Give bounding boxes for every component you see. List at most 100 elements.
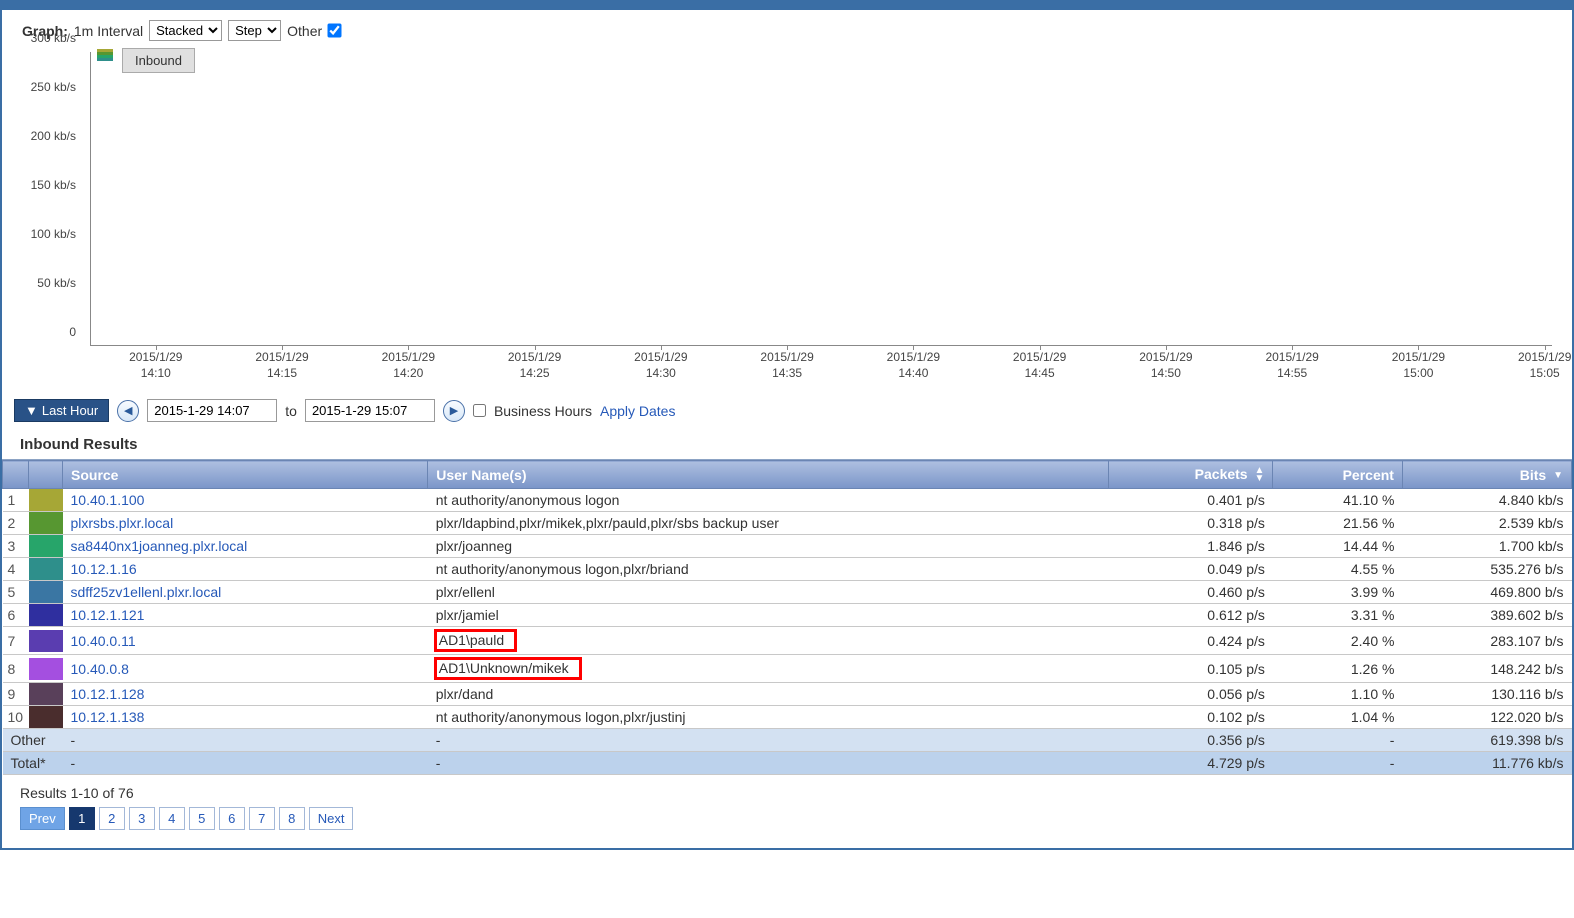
- pager-prev-button[interactable]: Prev: [20, 807, 65, 830]
- cell-user: -: [428, 752, 1109, 775]
- row-color: [29, 706, 63, 729]
- pager-page-button[interactable]: 7: [249, 807, 275, 830]
- cell-source: 10.40.1.100: [63, 489, 428, 512]
- pager-page-button[interactable]: 3: [129, 807, 155, 830]
- cell-packets: 1.846 p/s: [1109, 535, 1273, 558]
- cell-percent: 21.56 %: [1273, 512, 1403, 535]
- col-packets[interactable]: Packets ▲▼: [1109, 461, 1273, 489]
- cell-bits: 148.242 b/s: [1402, 655, 1571, 683]
- cell-percent: 41.10 %: [1273, 489, 1403, 512]
- sort-down-icon: ▼: [1553, 472, 1563, 480]
- x-tick-label: 2015/1/2914:25: [485, 350, 585, 381]
- last-hour-button[interactable]: ▼ Last Hour: [14, 399, 109, 422]
- col-source[interactable]: Source: [63, 461, 428, 489]
- other-label: Other: [287, 23, 322, 39]
- cell-percent: -: [1273, 729, 1403, 752]
- graph-interval: 1m Interval: [74, 23, 143, 39]
- table-row: 710.40.0.11AD1\pauld0.424 p/s2.40 %283.1…: [3, 627, 1572, 655]
- pager-info: Results 1-10 of 76: [20, 785, 1554, 801]
- table-row: 1010.12.1.138nt authority/anonymous logo…: [3, 706, 1572, 729]
- cell-percent: 4.55 %: [1273, 558, 1403, 581]
- table-row: 3sa8440nx1joanneg.plxr.localplxr/joanneg…: [3, 535, 1572, 558]
- pager-page-button[interactable]: 8: [279, 807, 305, 830]
- cell-bits: 469.800 b/s: [1402, 581, 1571, 604]
- prev-time-button[interactable]: ◀: [117, 400, 139, 422]
- source-link[interactable]: 10.12.1.138: [71, 709, 145, 725]
- col-user[interactable]: User Name(s): [428, 461, 1109, 489]
- source-link[interactable]: plxrsbs.plxr.local: [71, 515, 174, 531]
- source-link[interactable]: 10.40.0.11: [71, 633, 136, 649]
- pager-next-button[interactable]: Next: [309, 807, 354, 830]
- table-row: 110.40.1.100nt authority/anonymous logon…: [3, 489, 1572, 512]
- cell-percent: 1.04 %: [1273, 706, 1403, 729]
- sort-icon: ▲▼: [1254, 467, 1264, 483]
- cell-bits: 11.776 kb/s: [1402, 752, 1571, 775]
- x-tick-label: 2015/1/2915:00: [1368, 350, 1468, 381]
- cell-user: plxr/ellenl: [428, 581, 1109, 604]
- row-color: [29, 581, 63, 604]
- pager-page-button[interactable]: 5: [189, 807, 215, 830]
- cell-source: plxrsbs.plxr.local: [63, 512, 428, 535]
- row-color: [29, 604, 63, 627]
- step-select[interactable]: Step: [228, 20, 281, 41]
- pager-page-button[interactable]: 1: [69, 807, 95, 830]
- x-tick-label: 2015/1/2914:40: [863, 350, 963, 381]
- cell-bits: 2.539 kb/s: [1402, 512, 1571, 535]
- row-index: 2: [3, 512, 29, 535]
- col-bits[interactable]: Bits ▼: [1402, 461, 1571, 489]
- to-date-input[interactable]: [305, 399, 435, 422]
- from-date-input[interactable]: [147, 399, 277, 422]
- row-index: 4: [3, 558, 29, 581]
- to-label: to: [285, 403, 297, 419]
- cell-source: sdff25zv1ellenl.plxr.local: [63, 581, 428, 604]
- cell-user: nt authority/anonymous logon,plxr/briand: [428, 558, 1109, 581]
- summary-row-total: Total*--4.729 p/s-11.776 kb/s: [3, 752, 1572, 775]
- chart-plot[interactable]: [90, 52, 1552, 346]
- cell-packets: 0.424 p/s: [1109, 627, 1273, 655]
- source-link[interactable]: 10.40.0.8: [71, 661, 129, 677]
- cell-percent: -: [1273, 752, 1403, 775]
- source-link[interactable]: 10.12.1.128: [71, 686, 145, 702]
- results-heading: Inbound Results: [2, 436, 1572, 459]
- business-hours-label: Business Hours: [494, 403, 592, 419]
- x-tick-label: 2015/1/2914:50: [1116, 350, 1216, 381]
- row-color: [29, 535, 63, 558]
- summary-label: Other: [3, 729, 63, 752]
- pager-page-button[interactable]: 4: [159, 807, 185, 830]
- inbound-legend[interactable]: Inbound: [122, 48, 195, 73]
- cell-bits: 283.107 b/s: [1402, 627, 1571, 655]
- source-link[interactable]: 10.12.1.121: [71, 607, 145, 623]
- next-time-button[interactable]: ▶: [443, 400, 465, 422]
- results-table-wrap: Source User Name(s) Packets ▲▼ Percent B…: [2, 459, 1572, 775]
- col-percent[interactable]: Percent: [1273, 461, 1403, 489]
- y-tick-label: 150 kb/s: [31, 178, 76, 192]
- cell-packets: 0.460 p/s: [1109, 581, 1273, 604]
- other-checkbox[interactable]: [328, 23, 342, 37]
- row-color: [29, 558, 63, 581]
- cell-source: 10.12.1.16: [63, 558, 428, 581]
- cell-packets: 0.105 p/s: [1109, 655, 1273, 683]
- cell-bits: 4.840 kb/s: [1402, 489, 1571, 512]
- source-link[interactable]: 10.40.1.100: [71, 492, 145, 508]
- cell-user: plxr/joanneg: [428, 535, 1109, 558]
- source-link[interactable]: sa8440nx1joanneg.plxr.local: [71, 538, 248, 554]
- cell-packets: 0.318 p/s: [1109, 512, 1273, 535]
- source-link[interactable]: 10.12.1.16: [71, 561, 137, 577]
- pager-page-button[interactable]: 6: [219, 807, 245, 830]
- apply-dates-link[interactable]: Apply Dates: [600, 403, 675, 419]
- cell-source: 10.12.1.138: [63, 706, 428, 729]
- cell-packets: 0.356 p/s: [1109, 729, 1273, 752]
- business-hours-checkbox[interactable]: [473, 404, 486, 417]
- stacked-select[interactable]: Stacked: [149, 20, 222, 41]
- row-index: 5: [3, 581, 29, 604]
- pager-page-button[interactable]: 2: [99, 807, 125, 830]
- table-row: 5 sdff25zv1ellenl.plxr.local plxr/ellenl0.…: [3, 581, 1572, 604]
- row-index: 6: [3, 604, 29, 627]
- cell-user: -: [428, 729, 1109, 752]
- cell-percent: 3.99 %: [1273, 581, 1403, 604]
- x-tick-label: 2015/1/2914:35: [737, 350, 837, 381]
- row-index: 7: [3, 627, 29, 655]
- cell-bits: 389.602 b/s: [1402, 604, 1571, 627]
- cell-source: 10.12.1.121: [63, 604, 428, 627]
- source-link[interactable]: sdff25zv1ellenl.plxr.local: [71, 584, 222, 600]
